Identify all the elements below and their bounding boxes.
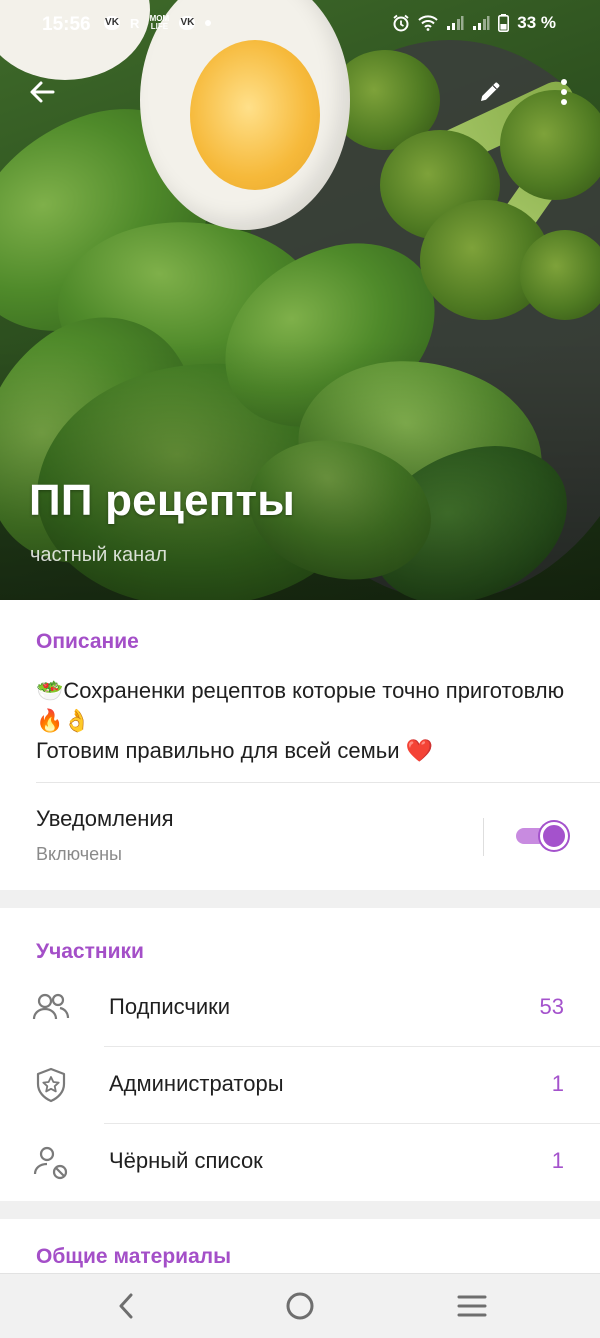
pencil-icon (481, 82, 500, 101)
system-navigation-bar (0, 1273, 600, 1338)
nav-recents-button[interactable] (452, 1288, 492, 1324)
vk-notification-icon: VK (179, 16, 196, 30)
admins-label: Администраторы (109, 1071, 284, 1096)
description-section-title: Описание (36, 630, 139, 653)
more-notifications-dot (205, 20, 212, 26)
r-notification-icon: R (130, 15, 140, 31)
blacklist-count: 1 (551, 1148, 564, 1173)
divider (36, 782, 600, 783)
battery-percent: 33 % (517, 13, 556, 32)
blacklist-row[interactable]: Чёрный список 1 (0, 1124, 600, 1201)
shared-media-section-title: Общие материалы (36, 1245, 232, 1268)
status-bar: 15:56 VK R MOM LIFE VK 33 % (0, 0, 600, 50)
notifications-label: Уведомления (36, 806, 174, 831)
channel-description[interactable]: 🥗Сохраненки рецептов которые точно приго… (36, 676, 576, 766)
vertical-divider (483, 818, 484, 856)
subscribers-label: Подписчики (109, 994, 231, 1019)
signal-icon-2 (473, 16, 490, 30)
user-blocked-icon (33, 1146, 68, 1180)
arrow-left-icon (30, 81, 55, 103)
battery-icon (498, 14, 510, 32)
edit-channel-button[interactable] (470, 72, 510, 112)
shield-star-icon (36, 1067, 66, 1103)
description-line-2: Готовим правильно для всей семьи (36, 738, 400, 763)
description-line-1: Сохраненки рецептов которые точно пригот… (63, 678, 565, 703)
members-section-title: Участники (36, 940, 144, 963)
nav-back-button[interactable] (106, 1288, 146, 1324)
notifications-row[interactable] (0, 784, 600, 888)
circle-home-icon (286, 1292, 314, 1320)
ok-hand-emoji: 👌 (63, 709, 91, 734)
channel-title: ПП рецепты (29, 476, 296, 525)
subscribers-count: 53 (539, 994, 564, 1019)
heart-emoji: ❤️ (405, 739, 434, 764)
notifications-toggle[interactable] (514, 820, 568, 852)
chevron-left-icon (119, 1293, 133, 1319)
salad-emoji: 🥗 (36, 679, 64, 704)
menu-lines-icon (457, 1295, 487, 1317)
more-vert-icon (561, 79, 567, 105)
signal-icon (447, 16, 464, 30)
status-time: 15:56 (42, 14, 91, 35)
wifi-icon (418, 15, 438, 31)
more-options-button[interactable] (544, 72, 584, 112)
admins-row[interactable]: Администраторы 1 (0, 1047, 600, 1124)
fire-emoji: 🔥 (36, 709, 64, 734)
channel-type: частный канал (30, 544, 168, 566)
subscribers-row[interactable]: Подписчики 53 (0, 970, 600, 1047)
alarm-icon (393, 14, 409, 32)
blacklist-label: Чёрный список (109, 1148, 263, 1173)
nav-home-button[interactable] (280, 1288, 320, 1324)
notifications-status: Включены (36, 844, 122, 864)
vk-notification-icon: VK (104, 16, 120, 30)
admins-count: 1 (551, 1071, 564, 1096)
users-icon (32, 993, 70, 1020)
notification-icons: VK R MOM LIFE VK (104, 14, 212, 31)
momlife-notification-icon: MOM LIFE (149, 14, 170, 31)
back-button[interactable] (22, 72, 62, 112)
